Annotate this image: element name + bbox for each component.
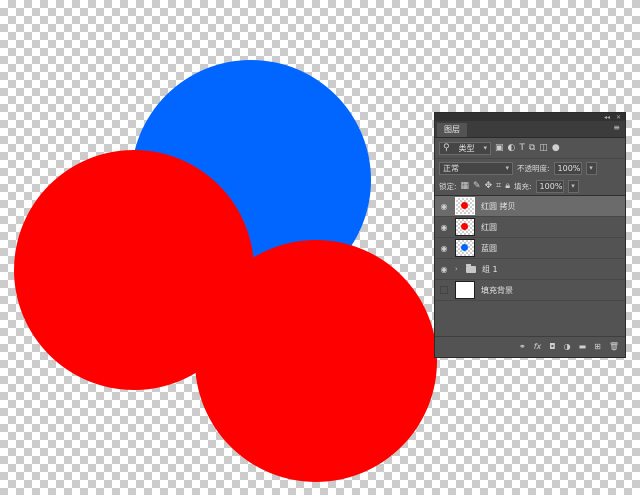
layer-name: 组 1 [482, 264, 498, 274]
collapse-panel-icon[interactable]: ◂◂ [604, 114, 610, 121]
layer-row-blue-circle[interactable]: ◉ 蓝圆 [435, 238, 625, 259]
layers-list: ◉ 红圆 拷贝 ◉ 红圆 ◉ 蓝圆 ◉ › 组 1 填充背景 [435, 196, 625, 301]
visibility-eye-icon[interactable]: ◉ [435, 265, 453, 274]
fill-slider-toggle[interactable]: ▾ [567, 179, 579, 193]
blue-dot-thumbnail-icon [461, 244, 468, 251]
red-dot-thumbnail-icon [461, 202, 468, 209]
layer-thumbnail [455, 218, 475, 236]
fill-input[interactable]: 100% [535, 179, 564, 193]
new-group-icon[interactable]: ▬ [579, 342, 587, 352]
type-filter-icon[interactable]: T [519, 143, 525, 153]
layer-name: 填充背景 [481, 285, 513, 295]
fill-label: 填充: [514, 181, 532, 191]
lock-transparent-icon[interactable]: ▦ [461, 181, 470, 191]
link-layers-icon[interactable]: ⚭ [519, 342, 526, 352]
delete-layer-icon[interactable]: 🗑︎ [609, 342, 619, 352]
folder-icon [466, 263, 476, 273]
layer-thumbnail [455, 197, 475, 215]
layer-row-fill-background[interactable]: 填充背景 [435, 280, 625, 301]
layer-row-red-circle[interactable]: ◉ 红圆 [435, 217, 625, 238]
blend-mode-dropdown[interactable]: 正常 ▾ [439, 161, 513, 175]
panel-bottom-toolbar: ⚭ fx ◘ ◑ ▬ ⊞ 🗑︎ [435, 336, 625, 357]
tab-layers[interactable]: 图层 [437, 123, 467, 137]
smart-object-filter-icon[interactable]: ◫ [539, 143, 548, 153]
opacity-label: 不透明度: [517, 163, 550, 173]
visibility-off-icon[interactable] [435, 286, 453, 294]
search-icon: ⚲ [443, 143, 450, 153]
new-layer-icon[interactable]: ⊞ [594, 342, 601, 352]
adjustment-filter-icon[interactable]: ◐ [508, 143, 516, 153]
layer-filter-row: ⚲ 类型 ▾ ▣ ◐ T ⧉ ◫ ● [435, 138, 625, 159]
fx-icon[interactable]: fx [534, 342, 542, 352]
layer-thumbnail [455, 281, 475, 299]
lock-label: 锁定: [439, 181, 457, 191]
layer-row-red-circle-copy[interactable]: ◉ 红圆 拷贝 [435, 196, 625, 217]
expand-group-arrow-icon[interactable]: › [455, 265, 463, 273]
blend-mode-value: 正常 [443, 163, 459, 173]
layer-row-group-1[interactable]: ◉ › 组 1 [435, 259, 625, 280]
panel-menu-icon[interactable]: ≡ [613, 124, 620, 132]
filter-kind-dropdown[interactable]: ⚲ 类型 ▾ [439, 141, 491, 155]
red-circle-copy-shape[interactable] [195, 240, 437, 482]
panel-tab-bar: 图层 ≡ [435, 121, 625, 138]
shape-filter-icon[interactable]: ⧉ [529, 143, 535, 153]
image-filter-icon[interactable]: ▣ [495, 143, 504, 153]
opacity-input[interactable]: 100% [553, 161, 582, 175]
close-panel-icon[interactable]: ✕ [616, 114, 621, 121]
panel-title-bar[interactable]: ◂◂ ✕ [435, 113, 625, 121]
lock-all-icon[interactable]: 🔒︎ [505, 181, 510, 191]
lock-position-icon[interactable]: ✥ [485, 181, 493, 191]
chevron-down-icon: ▾ [505, 163, 509, 172]
layer-name: 蓝圆 [481, 243, 497, 253]
add-mask-icon[interactable]: ◘ [549, 342, 555, 352]
visibility-eye-icon[interactable]: ◉ [435, 202, 453, 211]
adjustment-layer-icon[interactable]: ◑ [564, 342, 571, 352]
blend-mode-row: 正常 ▾ 不透明度: 100% ▾ [435, 159, 625, 177]
layer-name: 红圆 [481, 222, 497, 232]
opacity-slider-toggle[interactable]: ▾ [585, 161, 597, 175]
visibility-eye-icon[interactable]: ◉ [435, 223, 453, 232]
filter-kind-value: 类型 [458, 143, 475, 153]
layer-thumbnail [455, 239, 475, 257]
red-dot-thumbnail-icon [461, 223, 468, 230]
lock-artboard-icon[interactable]: ⌗ [496, 181, 501, 191]
visibility-eye-icon[interactable]: ◉ [435, 244, 453, 253]
lock-row: 锁定: ▦ ✎ ✥ ⌗ 🔒︎ 填充: 100% ▾ [435, 177, 625, 196]
layers-panel: ◂◂ ✕ 图层 ≡ ⚲ 类型 ▾ ▣ ◐ T ⧉ ◫ ● 正常 ▾ 不透明度: … [434, 112, 626, 358]
filter-toggle-icon[interactable]: ● [552, 143, 560, 153]
chevron-down-icon: ▾ [483, 143, 487, 152]
lock-image-icon[interactable]: ✎ [473, 181, 481, 191]
layer-name: 红圆 拷贝 [481, 201, 516, 211]
